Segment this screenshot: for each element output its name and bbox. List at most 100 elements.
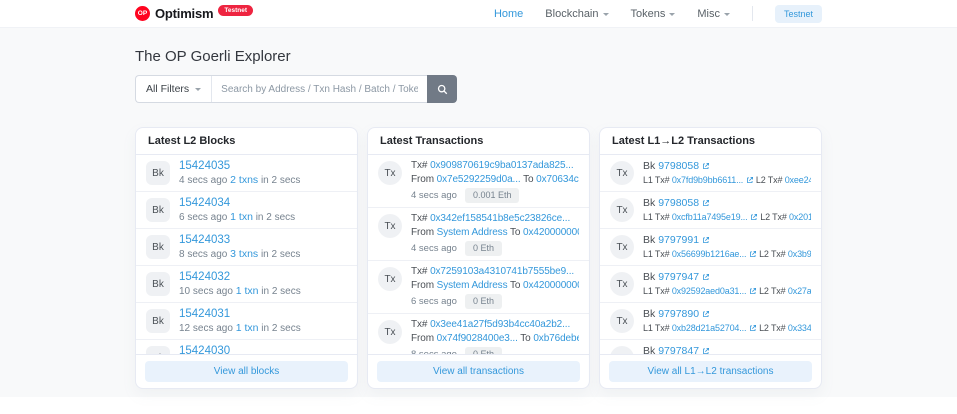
- l2-tx-link[interactable]: 0x33444d069955...: [788, 323, 811, 333]
- block-txns-link[interactable]: 1 txn: [230, 211, 253, 223]
- brand[interactable]: OP Optimism Testnet: [135, 6, 253, 21]
- block-age: 6 secs ago: [179, 212, 227, 223]
- l2-tx-label: L2 Tx#: [756, 175, 782, 185]
- tx-from-label: From: [411, 333, 434, 344]
- l1l2-badge: Tx: [610, 309, 634, 333]
- latest-l1l2-card: Latest L1→L2 Transactions Tx Bk 9798058: [599, 127, 822, 389]
- tx-from-label: From: [411, 174, 434, 185]
- tx-value-badge: 0 Eth: [465, 294, 502, 309]
- l1l2-badge: Tx: [610, 272, 634, 296]
- l1-tx-link[interactable]: 0x56699b1216ae...: [672, 249, 747, 259]
- nav-misc[interactable]: Misc: [697, 8, 730, 20]
- external-link-icon[interactable]: [702, 347, 710, 355]
- tx-hash-link[interactable]: 0x342ef158541b8e5c23826ce...: [430, 213, 570, 224]
- external-link-icon[interactable]: [750, 213, 758, 221]
- block-age: 4 secs ago: [179, 175, 227, 186]
- tx-from-link[interactable]: System Address: [437, 227, 508, 238]
- external-link-icon[interactable]: [702, 162, 710, 170]
- block-number-link[interactable]: 15424032: [179, 270, 347, 285]
- tx-to-label: To: [523, 174, 533, 185]
- tx-to-link[interactable]: 0xb76debe51517...: [533, 333, 579, 344]
- nav-divider: [752, 6, 753, 21]
- view-all-transactions-button[interactable]: View all transactions: [377, 361, 580, 382]
- l1l2-row: Tx Bk 9798058: [600, 192, 821, 229]
- brand-name: Optimism: [155, 6, 213, 21]
- l1l2-badge: Tx: [610, 346, 634, 354]
- tx-to-link[interactable]: 0x420000000000...: [523, 280, 579, 291]
- block-txns-link[interactable]: 2 txns: [230, 174, 258, 186]
- l1-tx-link[interactable]: 0xb28d21a52704...: [672, 323, 747, 333]
- tx-hash-link[interactable]: 0x909870619c9ba0137ada825...: [430, 160, 573, 171]
- block-txns-link[interactable]: 3 txns: [230, 248, 258, 260]
- l1l2-block-link[interactable]: 9797947: [658, 271, 699, 283]
- tx-from-label: From: [411, 227, 434, 238]
- external-link-icon[interactable]: [702, 236, 710, 244]
- l2-tx-link[interactable]: 0x201376f57a8d...: [789, 212, 811, 222]
- block-number-link[interactable]: 15424033: [179, 233, 347, 248]
- block-number-link[interactable]: 15424035: [179, 159, 347, 174]
- external-link-icon[interactable]: [746, 176, 754, 184]
- l1l2-block-link[interactable]: 9797991: [658, 234, 699, 246]
- external-link-icon[interactable]: [749, 287, 757, 295]
- view-all-blocks-button[interactable]: View all blocks: [145, 361, 348, 382]
- l2-tx-label: L2 Tx#: [759, 323, 785, 333]
- nav-tokens[interactable]: Tokens: [631, 8, 676, 20]
- transaction-row: Tx Tx# 0x909870619c9ba0137ada825... From…: [368, 155, 589, 208]
- block-row: Bk 15424031 12 secs ago 1 txn in 2 secs: [136, 303, 357, 340]
- l1-tx-label: L1 Tx#: [643, 323, 669, 333]
- l1-tx-link[interactable]: 0xcfb11a7495e19...: [672, 212, 748, 222]
- search-input[interactable]: [212, 76, 427, 102]
- block-txns-link[interactable]: 1 txn: [236, 285, 259, 297]
- tx-from-link[interactable]: System Address: [437, 280, 508, 291]
- l2-tx-link[interactable]: 0xee243f1a72daf...: [785, 175, 811, 185]
- network-testnet-button[interactable]: Testnet: [775, 5, 822, 23]
- external-link-icon[interactable]: [702, 310, 710, 318]
- transaction-row: Tx Tx# 0x342ef158541b8e5c23826ce... From…: [368, 208, 589, 261]
- transaction-row: Tx Tx# 0x3ee41a27f5d93b4cc40a2b2... From…: [368, 314, 589, 354]
- l1l2-badge: Tx: [610, 161, 634, 185]
- tx-to-link[interactable]: 0x420000000000...: [523, 227, 579, 238]
- search-icon: [437, 84, 448, 95]
- block-number-link[interactable]: 15424031: [179, 307, 347, 322]
- testnet-badge: Testnet: [218, 5, 253, 16]
- block-duration: in 2 secs: [261, 249, 300, 260]
- optimism-logo-icon: OP: [135, 6, 150, 21]
- external-link-icon[interactable]: [749, 324, 757, 332]
- external-link-icon[interactable]: [702, 273, 710, 281]
- l1l2-row: Tx Bk 9797890: [600, 303, 821, 340]
- block-age: 8 secs ago: [179, 249, 227, 260]
- block-number-link[interactable]: 15424030: [179, 344, 347, 354]
- nav-home[interactable]: Home: [494, 8, 523, 20]
- l1l2-block-link[interactable]: 9798058: [658, 197, 699, 209]
- search-button[interactable]: [427, 75, 457, 103]
- tx-value-badge: 0.001 Eth: [465, 188, 520, 203]
- tx-to-link[interactable]: 0x70634c08c559...: [536, 174, 579, 185]
- block-txns-link[interactable]: 1 txn: [236, 322, 259, 334]
- block-duration: in 2 secs: [261, 175, 300, 186]
- l2-tx-link[interactable]: 0x3b937f70fb8db...: [788, 249, 811, 259]
- nav-blockchain[interactable]: Blockchain: [545, 8, 608, 20]
- tx-hash-link[interactable]: 0x7259103a4310741b7555be9...: [430, 266, 574, 277]
- all-filters-dropdown[interactable]: All Filters: [136, 76, 212, 102]
- l1l2-block-link[interactable]: 9797890: [658, 308, 699, 320]
- block-number-link[interactable]: 15424034: [179, 196, 347, 211]
- transaction-badge: Tx: [378, 320, 402, 344]
- transaction-badge: Tx: [378, 267, 402, 291]
- tx-hash-link[interactable]: 0x3ee41a27f5d93b4cc40a2b2...: [430, 319, 570, 330]
- l1-tx-link[interactable]: 0x7fd9b9bb6611...: [672, 175, 743, 185]
- view-all-l1l2-button[interactable]: View all L1→L2 transactions: [609, 361, 812, 382]
- external-link-icon[interactable]: [702, 199, 710, 207]
- main-nav: Home Blockchain Tokens Misc Testnet: [494, 5, 822, 23]
- latest-blocks-list: Bk 15424035 4 secs ago 2 txns in 2 secs: [136, 155, 357, 354]
- l1l2-block-link[interactable]: 9797847: [658, 345, 699, 354]
- tx-from-link[interactable]: 0x74f9028400e3...: [437, 333, 518, 344]
- latest-blocks-title: Latest L2 Blocks: [136, 128, 357, 155]
- nav-home-label: Home: [494, 8, 523, 20]
- external-link-icon[interactable]: [749, 250, 757, 258]
- tx-from-link[interactable]: 0x7e5292259d0a...: [437, 174, 521, 185]
- chevron-down-icon: [669, 13, 675, 16]
- l1l2-block-link[interactable]: 9798058: [658, 160, 699, 172]
- l1-tx-link[interactable]: 0x92592aed0a31...: [672, 286, 747, 296]
- l2-tx-link[interactable]: 0x27a18ca38eea...: [788, 286, 811, 296]
- l1l2-badge: Tx: [610, 235, 634, 259]
